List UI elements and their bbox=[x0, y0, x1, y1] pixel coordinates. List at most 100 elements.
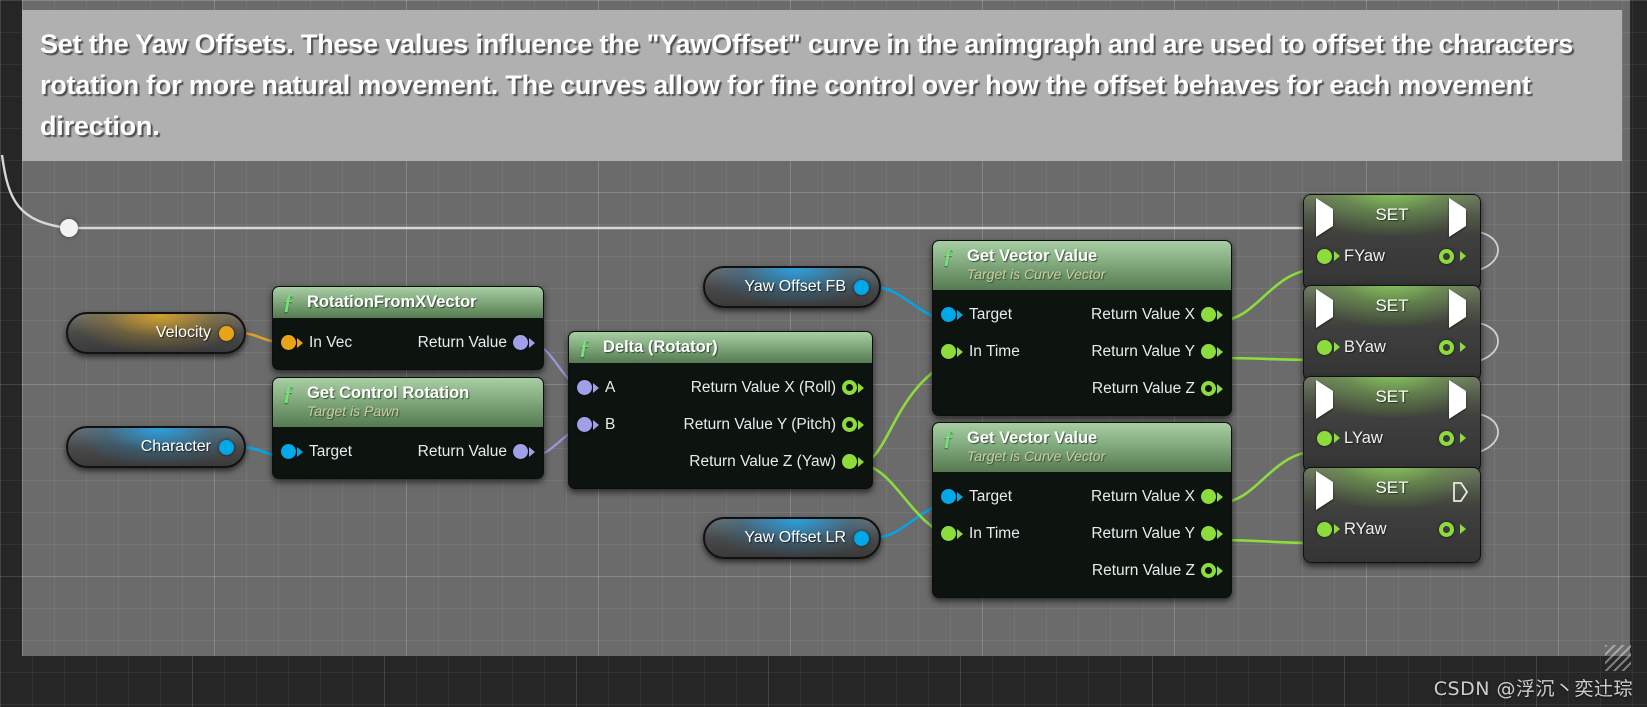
pin-label-return-value-y: Return Value Y bbox=[1091, 342, 1195, 360]
output-pin-return-value-z-yaw[interactable] bbox=[842, 454, 864, 469]
node-title: Get Control Rotation bbox=[307, 384, 470, 402]
node-set-byaw[interactable]: SET BYaw bbox=[1303, 285, 1481, 381]
pin-label-return-value-y: Return Value Y bbox=[1091, 524, 1195, 542]
node-subtitle: Target is Curve Vector bbox=[967, 266, 1106, 282]
pin-label-return-value-y-pitch: Return Value Y (Pitch) bbox=[683, 415, 837, 433]
pin-row: Return Value Z bbox=[933, 370, 1231, 407]
output-pin-return-value-x-roll[interactable] bbox=[842, 380, 864, 395]
variable-label-velocity: Velocity bbox=[155, 324, 211, 341]
input-pin-a[interactable] bbox=[577, 380, 599, 395]
pin-row: Return Value Z (Yaw) bbox=[569, 443, 872, 480]
input-pin-ryaw[interactable] bbox=[1317, 521, 1332, 537]
output-pin-return-value-y-pitch[interactable] bbox=[842, 417, 864, 432]
output-pin-arrow bbox=[1460, 251, 1466, 261]
output-pin-return-value-x[interactable] bbox=[1201, 307, 1223, 322]
node-set-lyaw[interactable]: SET LYaw bbox=[1303, 376, 1481, 472]
input-pin-arrow bbox=[1334, 524, 1340, 534]
set-row: RYaw bbox=[1304, 471, 1480, 550]
exec-output-pin[interactable] bbox=[1449, 380, 1466, 419]
set-title: SET bbox=[1375, 205, 1409, 224]
node-header-rotation-from-xvector: ƒ RotationFromXVector bbox=[273, 287, 543, 318]
node-title: RotationFromXVector bbox=[307, 293, 477, 311]
pin-row: A Return Value X (Roll) bbox=[569, 369, 872, 406]
exec-output-pin[interactable] bbox=[1449, 198, 1466, 237]
node-subtitle: Target is Curve Vector bbox=[967, 448, 1106, 464]
variable-label-yaw-offset-lr: Yaw Offset LR bbox=[744, 529, 846, 546]
input-pin-lyaw[interactable] bbox=[1317, 430, 1332, 446]
output-pin-return-value-x[interactable] bbox=[1201, 489, 1223, 504]
node-set-fyaw[interactable]: SET FYaw bbox=[1303, 194, 1481, 290]
variable-get-yaw-offset-lr[interactable]: Yaw Offset LR bbox=[703, 517, 881, 559]
input-pin-in-vec[interactable] bbox=[281, 335, 303, 350]
pin-label-b: B bbox=[605, 415, 616, 433]
input-pin-in-time[interactable] bbox=[941, 526, 963, 541]
output-pin-return-value-z[interactable] bbox=[1201, 381, 1223, 396]
output-pin-velocity[interactable] bbox=[219, 325, 234, 341]
output-pin-yaw-offset-lr[interactable] bbox=[854, 530, 869, 546]
function-icon: ƒ bbox=[943, 426, 954, 450]
exec-input-pin[interactable] bbox=[1316, 471, 1333, 510]
input-pin-b[interactable] bbox=[577, 417, 599, 432]
input-pin-target[interactable] bbox=[281, 444, 303, 459]
output-pin-return-value[interactable] bbox=[513, 444, 535, 459]
output-pin-return-value-y[interactable] bbox=[1201, 344, 1223, 359]
set-row: BYaw bbox=[1304, 289, 1480, 368]
pin-row: Target Return Value bbox=[273, 433, 543, 470]
input-pin-arrow bbox=[1334, 433, 1340, 443]
node-body: A Return Value X (Roll) B Return Value Y… bbox=[569, 363, 872, 488]
node-rotation-from-xvector[interactable]: ƒ RotationFromXVector In Vec Return Valu… bbox=[272, 286, 544, 370]
pin-label-a: A bbox=[605, 378, 616, 396]
output-pin-yaw-offset-fb[interactable] bbox=[854, 279, 869, 295]
pin-label-in-time: In Time bbox=[969, 524, 1020, 542]
output-pin-arrow bbox=[1460, 524, 1466, 534]
pin-row: In Vec Return Value bbox=[273, 324, 543, 361]
input-pin-target[interactable] bbox=[941, 489, 963, 504]
output-pin-ryaw[interactable] bbox=[1439, 521, 1454, 537]
input-pin-fyaw[interactable] bbox=[1317, 248, 1332, 264]
output-pin-byaw[interactable] bbox=[1439, 339, 1454, 355]
input-pin-in-time[interactable] bbox=[941, 344, 963, 359]
pin-label-return-value: Return Value bbox=[417, 442, 507, 460]
output-pin-return-value-z[interactable] bbox=[1201, 563, 1223, 578]
output-pin-fyaw[interactable] bbox=[1439, 248, 1454, 264]
variable-get-velocity[interactable]: Velocity bbox=[66, 312, 246, 354]
input-pin-target[interactable] bbox=[941, 307, 963, 322]
exec-input-pin[interactable] bbox=[1316, 198, 1333, 237]
variable-get-yaw-offset-fb[interactable]: Yaw Offset FB bbox=[703, 266, 881, 308]
comment-box[interactable]: Set the Yaw Offsets. These values influe… bbox=[22, 10, 1622, 161]
pin-label-in-time: In Time bbox=[969, 342, 1020, 360]
node-get-control-rotation[interactable]: ƒ Get Control Rotation Target is Pawn Ta… bbox=[272, 377, 544, 479]
variable-get-character[interactable]: Character bbox=[66, 426, 246, 468]
set-title: SET bbox=[1375, 296, 1409, 315]
set-variable-label: LYaw bbox=[1344, 428, 1383, 447]
exec-output-pin-hollow[interactable] bbox=[1453, 482, 1469, 507]
function-icon: ƒ bbox=[943, 244, 954, 268]
node-set-ryaw[interactable]: SET RYaw bbox=[1303, 467, 1481, 563]
input-pin-byaw[interactable] bbox=[1317, 339, 1332, 355]
output-pin-return-value[interactable] bbox=[513, 335, 535, 350]
output-pin-return-value-y[interactable] bbox=[1201, 526, 1223, 541]
pin-label-target: Target bbox=[309, 442, 353, 460]
output-pin-lyaw[interactable] bbox=[1439, 430, 1454, 446]
node-delta-rotator[interactable]: ƒ Delta (Rotator) A Return Value X (Roll… bbox=[568, 331, 873, 489]
exec-input-pin[interactable] bbox=[1316, 380, 1333, 419]
pin-label-return-value-x-roll: Return Value X (Roll) bbox=[690, 378, 836, 396]
exec-output-pin[interactable] bbox=[1449, 289, 1466, 328]
pin-label-target: Target bbox=[969, 487, 1013, 505]
exec-reroute-node[interactable] bbox=[60, 219, 78, 237]
pin-row: B Return Value Y (Pitch) bbox=[569, 406, 872, 443]
blueprint-graph-canvas[interactable]: Set the Yaw Offsets. These values influe… bbox=[0, 0, 1647, 707]
watermark-text: CSDN @浮沉丶奕辻琮 bbox=[1433, 678, 1633, 700]
output-pin-character[interactable] bbox=[219, 439, 234, 455]
exec-output-outline-icon bbox=[1453, 482, 1469, 502]
pin-row: Target Return Value X bbox=[933, 296, 1231, 333]
pin-row: In Time Return Value Y bbox=[933, 515, 1231, 552]
node-subtitle: Target is Pawn bbox=[307, 403, 400, 419]
node-get-vector-value-lr[interactable]: ƒ Get Vector Value Target is Curve Vecto… bbox=[932, 422, 1232, 598]
node-get-vector-value-fb[interactable]: ƒ Get Vector Value Target is Curve Vecto… bbox=[932, 240, 1232, 416]
variable-label-yaw-offset-fb: Yaw Offset FB bbox=[744, 278, 846, 295]
node-body: Target Return Value X In Time Return Val… bbox=[933, 472, 1231, 597]
function-icon: ƒ bbox=[283, 381, 294, 405]
exec-input-pin[interactable] bbox=[1316, 289, 1333, 328]
pin-label-return-value: Return Value bbox=[417, 333, 507, 351]
